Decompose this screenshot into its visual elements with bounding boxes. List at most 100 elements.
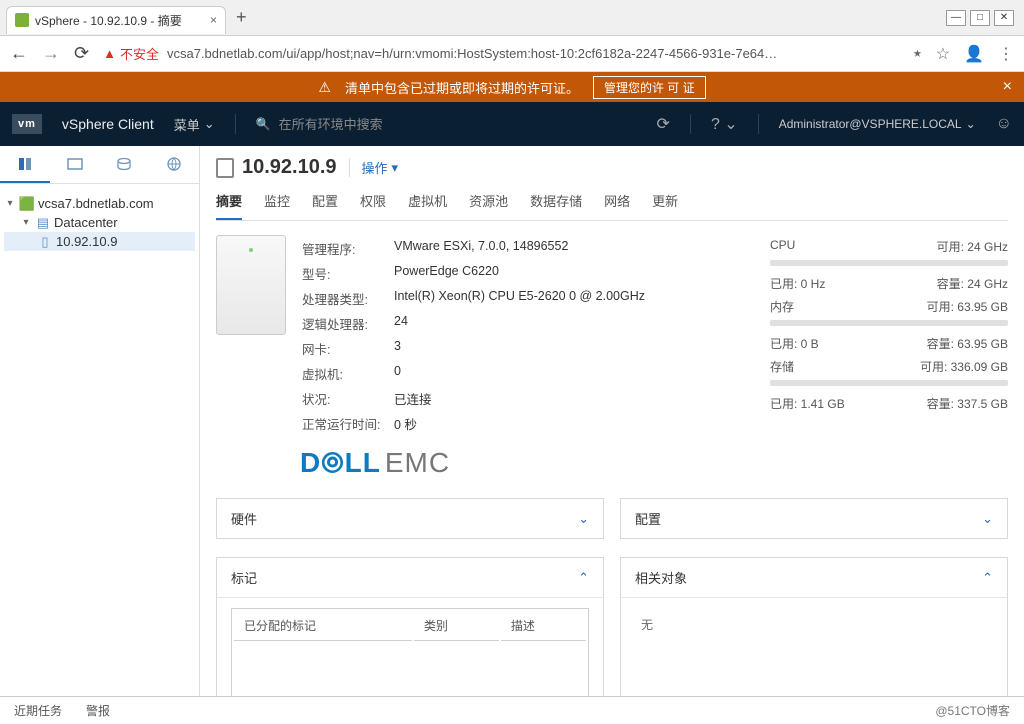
chevron-down-icon: ▾ (392, 160, 399, 176)
translate-icon[interactable]: ⭑ (913, 45, 922, 63)
host-icon (216, 158, 234, 178)
value-logical-cpu: 24 (394, 312, 655, 335)
host-name: 10.92.10.9 (242, 156, 337, 179)
alert-text: 清单中包含已过期或即将过期的许可证。 (345, 78, 579, 97)
caret-icon[interactable]: ▾ (20, 217, 32, 228)
window-maximize[interactable]: □ (970, 10, 990, 26)
separator (690, 114, 691, 134)
footer-bar: 近期任务 警报 @51CTO博客 (0, 696, 1024, 724)
sidebar-tab-storage[interactable] (100, 146, 150, 183)
profile-icon[interactable]: 👤 (964, 44, 984, 64)
datacenter-icon: ▤ (36, 216, 50, 230)
chevron-down-icon: ⌄ (204, 116, 215, 132)
refresh-icon[interactable]: ⟳ (657, 114, 670, 134)
alert-warning-icon: ⚠ (318, 79, 331, 96)
new-tab-button[interactable]: + (236, 7, 247, 28)
sidebar-tab-vms[interactable] (50, 146, 100, 183)
sidebar-tab-networking[interactable] (149, 146, 199, 183)
tab-permissions[interactable]: 权限 (360, 185, 386, 220)
tab-title: vSphere - 10.92.10.9 - 摘要 (35, 12, 204, 29)
usage-cpu-free: 可用: 24 GHz (937, 238, 1008, 255)
search-input[interactable] (279, 117, 499, 132)
host-details-table: 管理程序:VMware ESXi, 7.0.0, 14896552 型号:Pow… (300, 235, 657, 437)
separator (235, 114, 236, 134)
chevron-up-icon: ⌃ (578, 570, 589, 586)
tab-resource-pools[interactable]: 资源池 (469, 185, 508, 220)
chevron-down-icon: ⌄ (982, 511, 993, 527)
col-assigned-tag: 已分配的标记 (234, 611, 412, 641)
card-configuration-title: 配置 (635, 509, 661, 528)
usage-storage-bar (770, 380, 1008, 386)
tab-vms[interactable]: 虚拟机 (408, 185, 447, 220)
browser-titlebar: vSphere - 10.92.10.9 - 摘要 × + — □ ✕ (0, 0, 1024, 36)
host-header: 10.92.10.9 操作 ▾ (216, 156, 1008, 179)
address-bar[interactable]: ▲ 不安全 vcsa7.bdnetlab.com/ui/app/host;nav… (103, 44, 899, 63)
card-hardware-header[interactable]: 硬件 ⌄ (217, 499, 603, 538)
tab-summary[interactable]: 摘要 (216, 185, 242, 220)
host-tabs: 摘要 监控 配置 权限 虚拟机 资源池 数据存储 网络 更新 (216, 185, 1008, 221)
value-model: PowerEdge C6220 (394, 262, 655, 285)
top-nav: vm vSphere Client 菜单 ⌄ 🔍 ⟳ ? ⌄ Administr… (0, 102, 1024, 146)
usage-panel: CPU可用: 24 GHz 已用: 0 Hz容量: 24 GHz 内存可用: 6… (770, 235, 1008, 480)
sidebar-view-tabs (0, 146, 199, 184)
card-related-header[interactable]: 相关对象 ⌃ (621, 558, 1007, 597)
bookmark-icon[interactable]: ☆ (936, 44, 950, 64)
label-uptime: 正常运行时间: (302, 412, 392, 435)
tree-node-vcenter[interactable]: ▾ 🟩 vcsa7.bdnetlab.com (4, 194, 195, 213)
card-tags-header[interactable]: 标记 ⌃ (217, 558, 603, 597)
caret-icon[interactable]: ▾ (4, 198, 16, 209)
feedback-icon[interactable]: ☺ (996, 115, 1012, 133)
menu-label: 菜单 (174, 115, 200, 134)
brand-emc: EMC (385, 447, 450, 478)
tree-label: vcsa7.bdnetlab.com (38, 196, 154, 211)
tree-node-host[interactable]: ▯ 10.92.10.9 (4, 232, 195, 251)
tab-networks[interactable]: 网络 (604, 185, 630, 220)
tab-configure[interactable]: 配置 (312, 185, 338, 220)
tab-updates[interactable]: 更新 (652, 185, 678, 220)
label-cpu-type: 处理器类型: (302, 287, 392, 310)
client-name: vSphere Client (62, 116, 154, 132)
user-label: Administrator@VSPHERE.LOCAL (779, 117, 962, 131)
nav-back-icon[interactable]: ← (10, 43, 28, 64)
card-configuration: 配置 ⌄ (620, 498, 1008, 539)
tab-monitor[interactable]: 监控 (264, 185, 290, 220)
license-alert-bar: ⚠ 清单中包含已过期或即将过期的许可证。 管理您的许 可 证 × (0, 72, 1024, 102)
nav-forward-icon: → (42, 43, 60, 64)
usage-cpu-used: 已用: 0 Hz (770, 275, 825, 292)
usage-mem-used: 已用: 0 B (770, 335, 819, 352)
insecure-badge[interactable]: ▲ 不安全 (103, 44, 159, 63)
sidebar-tab-hosts[interactable] (0, 146, 50, 183)
alert-close-icon[interactable]: × (1003, 78, 1012, 96)
usage-cpu-cap: 容量: 24 GHz (937, 275, 1008, 292)
window-minimize[interactable]: — (946, 10, 966, 26)
main-content: ▾ 🟩 vcsa7.bdnetlab.com ▾ ▤ Datacenter ▯ … (0, 146, 1024, 696)
tab-datastores[interactable]: 数据存储 (530, 185, 582, 220)
usage-storage-label: 存储 (770, 358, 794, 375)
manage-licenses-button[interactable]: 管理您的许 可 证 (593, 76, 706, 99)
server-image (216, 235, 286, 335)
usage-cpu-label: CPU (770, 238, 795, 255)
footer-alarms[interactable]: 警报 (86, 702, 110, 719)
nav-reload-icon[interactable]: ⟳ (74, 43, 89, 64)
user-menu[interactable]: Administrator@VSPHERE.LOCAL ⌄ (779, 117, 976, 131)
tab-close-icon[interactable]: × (210, 13, 217, 27)
menu-dropdown[interactable]: 菜单 ⌄ (174, 115, 215, 134)
window-close[interactable]: ✕ (994, 10, 1014, 26)
tree-node-datacenter[interactable]: ▾ ▤ Datacenter (4, 213, 195, 232)
browser-tab[interactable]: vSphere - 10.92.10.9 - 摘要 × (6, 6, 226, 34)
value-cpu-type: Intel(R) Xeon(R) CPU E5-2620 0 @ 2.00GHz (394, 287, 655, 310)
actions-label: 操作 (362, 158, 388, 177)
footer-recent-tasks[interactable]: 近期任务 (14, 702, 62, 719)
card-configuration-header[interactable]: 配置 ⌄ (621, 499, 1007, 538)
host-icon: ▯ (38, 235, 52, 249)
card-related-title: 相关对象 (635, 568, 687, 587)
label-vms: 虚拟机: (302, 362, 392, 385)
cards-row-1: 硬件 ⌄ 配置 ⌄ (216, 498, 1008, 539)
menu-icon[interactable]: ⋮ (998, 44, 1014, 64)
value-vms: 0 (394, 362, 655, 385)
help-icon[interactable]: ? ⌄ (711, 114, 738, 134)
actions-menu[interactable]: 操作 ▾ (349, 158, 399, 177)
global-search[interactable]: 🔍 (256, 117, 637, 132)
usage-storage-used: 已用: 1.41 GB (770, 395, 845, 412)
url-text: vcsa7.bdnetlab.com/ui/app/host;nav=h/urn… (167, 46, 777, 61)
